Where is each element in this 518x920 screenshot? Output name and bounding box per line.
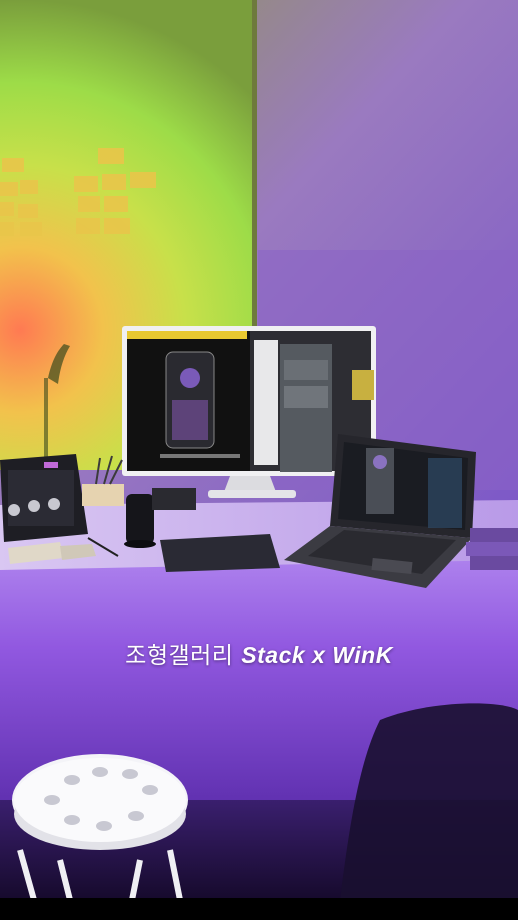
- caption-english: Stack x WinK: [241, 642, 393, 668]
- speaker: [126, 494, 154, 544]
- small-device: [152, 488, 196, 510]
- caption-korean: 조형갤러리: [125, 643, 234, 669]
- bottom-bar: [0, 898, 518, 920]
- book-stack: [466, 528, 518, 570]
- pen-box: [82, 484, 124, 506]
- scene-illustration: [0, 0, 518, 901]
- wall-seam: [252, 0, 257, 330]
- notebook: [160, 534, 280, 572]
- gallery-photo: 조형갤러리 Stack x WinK: [0, 0, 518, 920]
- tablet-device: [0, 454, 88, 542]
- photo-caption: 조형갤러리 Stack x WinK: [0, 636, 518, 670]
